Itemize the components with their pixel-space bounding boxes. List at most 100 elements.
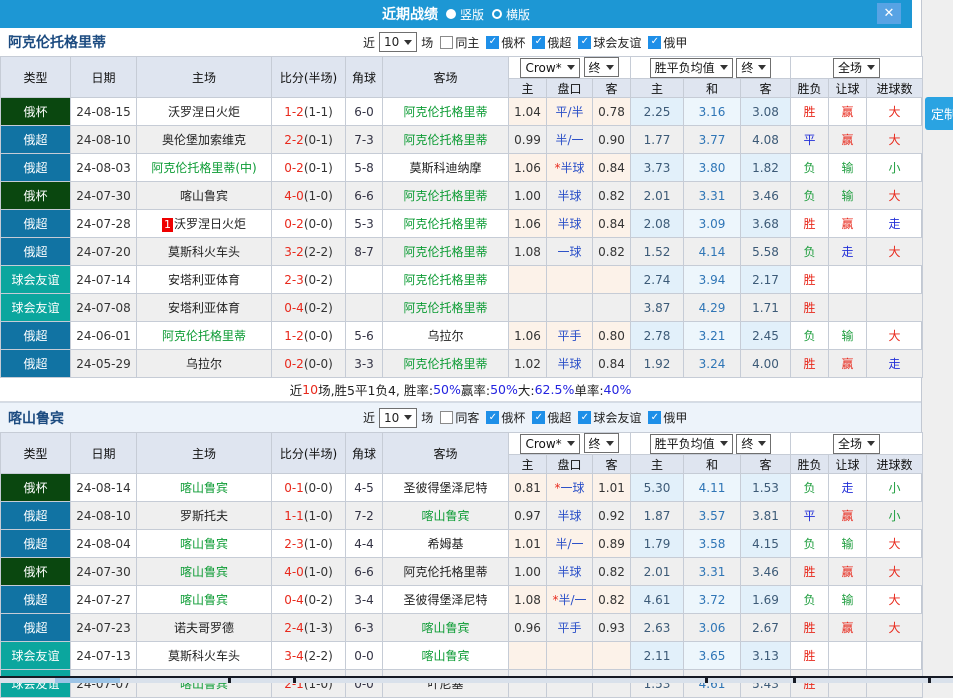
odds-stage-select[interactable]: 终 [584, 433, 619, 453]
team-name-rubin: 喀山鲁宾 [8, 408, 64, 428]
team-link: 喀山鲁宾 [180, 481, 228, 495]
odds-away: 0.82 [593, 558, 631, 586]
column-header: 客场 [383, 433, 509, 474]
odds-home: 1.01 [509, 530, 547, 558]
avg-away-odds: 3.13 [741, 642, 791, 670]
match-scope-select[interactable]: 全场 [833, 58, 880, 78]
checked-checkbox-icon: ✓ [532, 411, 545, 424]
radio-vertical-layout[interactable]: 竖版 [446, 6, 484, 23]
team-cell: 诺夫哥罗德 [137, 614, 272, 642]
checked-checkbox-icon: ✓ [578, 36, 591, 49]
league-checkbox[interactable]: ✓球会友谊 [578, 409, 641, 426]
radio-horizontal-layout[interactable]: 横版 [492, 6, 530, 23]
filter-prefix: 近 [363, 34, 375, 51]
avg-odds-select[interactable]: 胜平负均值 [650, 58, 733, 78]
checked-checkbox-icon: ✓ [648, 36, 661, 49]
chevron-down-icon [720, 441, 728, 446]
result-handicap: 赢 [829, 558, 867, 586]
corners: 5-6 [346, 322, 383, 350]
league-checkbox[interactable]: ✓俄杯 [486, 409, 525, 426]
bookmaker-select[interactable]: Crow* [520, 434, 579, 454]
competition-badge: 俄杯 [1, 98, 71, 126]
customize-button[interactable]: 定制 [925, 97, 953, 130]
score-cell: 1-1(1-0) [272, 502, 346, 530]
chevron-down-icon [867, 441, 875, 446]
handicap-line: *半球 [547, 154, 593, 182]
odds-home: 1.06 [509, 322, 547, 350]
score-cell: 0-2(0-1) [272, 154, 346, 182]
result-outcome: 胜 [791, 294, 829, 322]
background-segment [55, 678, 120, 683]
fulltime-score: 2-3 [284, 273, 304, 287]
summary-segment: 赢率: [461, 380, 490, 399]
competition-badge: 球会友谊 [1, 642, 71, 670]
scope-header: 全场 [791, 57, 923, 79]
match-count-select[interactable]: 10 [379, 408, 417, 428]
halftime-score: (0-1) [304, 161, 333, 175]
odds-away [593, 642, 631, 670]
result-goals [867, 294, 923, 322]
team-link: 安塔利亚体育 [168, 301, 240, 315]
avg-odds-select[interactable]: 胜平负均值 [650, 434, 733, 454]
corners: 4-5 [346, 474, 383, 502]
league-checkbox[interactable]: ✓俄超 [532, 409, 571, 426]
match-row: 俄超24-06-01阿克伦托格里蒂1-2(0-0)5-6乌拉尔1.06平手0.8… [1, 322, 923, 350]
odds-away: 0.82 [593, 182, 631, 210]
halftime-score: (0-2) [304, 301, 333, 315]
result-handicap [829, 294, 867, 322]
halftime-score: (1-3) [304, 621, 333, 635]
league-checkbox[interactable]: ✓球会友谊 [578, 34, 641, 51]
halftime-score: (0-0) [304, 217, 333, 231]
filter-bar-akron: 近10场同主✓俄杯✓俄超✓球会友谊✓俄甲 [363, 28, 687, 56]
match-scope-select[interactable]: 全场 [833, 434, 880, 454]
competition-badge: 俄超 [1, 614, 71, 642]
avg-away-odds: 3.68 [741, 210, 791, 238]
handicap-line [547, 266, 593, 294]
league-checkbox[interactable]: ✓俄杯 [486, 34, 525, 51]
avg-odds-header: 胜平负均值 终 [631, 57, 791, 79]
close-button[interactable]: ✕ [877, 3, 901, 24]
avg-draw-odds: 3.24 [684, 350, 741, 378]
avg-stage-select[interactable]: 终 [736, 434, 771, 454]
sub-column-header: 主 [631, 455, 684, 474]
avg-stage-select[interactable]: 终 [736, 58, 771, 78]
match-row: 俄超24-07-281沃罗涅日火炬0-2(0-0)5-3阿克伦托格里蒂1.06半… [1, 210, 923, 238]
result-goals [867, 642, 923, 670]
matches-table-rubin: 类型日期主场比分(半场)角球客场Crow* 终胜平负均值 终全场主盘口客主和客胜… [0, 432, 923, 698]
same-venue-checkbox[interactable]: 同主 [440, 34, 479, 51]
score-cell: 2-1(1-0) [272, 670, 346, 698]
odds-away: 0.82 [593, 586, 631, 614]
league-checkbox[interactable]: ✓俄超 [532, 34, 571, 51]
odds-home: 1.04 [509, 98, 547, 126]
odds-stage-select[interactable]: 终 [584, 57, 619, 77]
competition-badge: 球会友谊 [1, 670, 71, 698]
avg-away-odds: 1.71 [741, 294, 791, 322]
team-cell: 1沃罗涅日火炬 [137, 210, 272, 238]
avg-home-odds: 2.01 [631, 558, 684, 586]
fulltime-score: 0-2 [284, 357, 304, 371]
result-goals: 大 [867, 238, 923, 266]
unchecked-checkbox-icon [440, 36, 453, 49]
same-venue-checkbox[interactable]: 同客 [440, 409, 479, 426]
result-handicap: 输 [829, 182, 867, 210]
checked-checkbox-icon: ✓ [486, 411, 499, 424]
halftime-score: (1-0) [304, 537, 333, 551]
match-date: 24-08-10 [71, 502, 137, 530]
sub-column-header: 胜负 [791, 79, 829, 98]
match-row: 俄杯24-08-14喀山鲁宾0-1(0-0)4-5圣彼得堡泽尼特0.81*一球1… [1, 474, 923, 502]
odds-home: 1.00 [509, 182, 547, 210]
summary-segment: 场,胜5平1负4, 胜率: [318, 380, 433, 399]
team-cell: 沃罗涅日火炬 [137, 98, 272, 126]
league-checkbox[interactable]: ✓俄甲 [648, 34, 687, 51]
league-checkbox[interactable]: ✓俄甲 [648, 409, 687, 426]
bookmaker-select[interactable]: Crow* [520, 58, 579, 78]
team-link: 喀山鲁宾 [180, 593, 228, 607]
match-row: 俄杯24-07-30喀山鲁宾4-0(1-0)6-6阿克伦托格里蒂1.00半球0.… [1, 558, 923, 586]
halftime-score: (2-2) [304, 245, 333, 259]
chevron-down-icon [567, 441, 575, 446]
result-outcome: 胜 [791, 670, 829, 698]
score-cell: 4-0(1-0) [272, 182, 346, 210]
result-handicap: 输 [829, 154, 867, 182]
odds-source-header: Crow* 终 [509, 433, 631, 455]
match-count-select[interactable]: 10 [379, 32, 417, 52]
